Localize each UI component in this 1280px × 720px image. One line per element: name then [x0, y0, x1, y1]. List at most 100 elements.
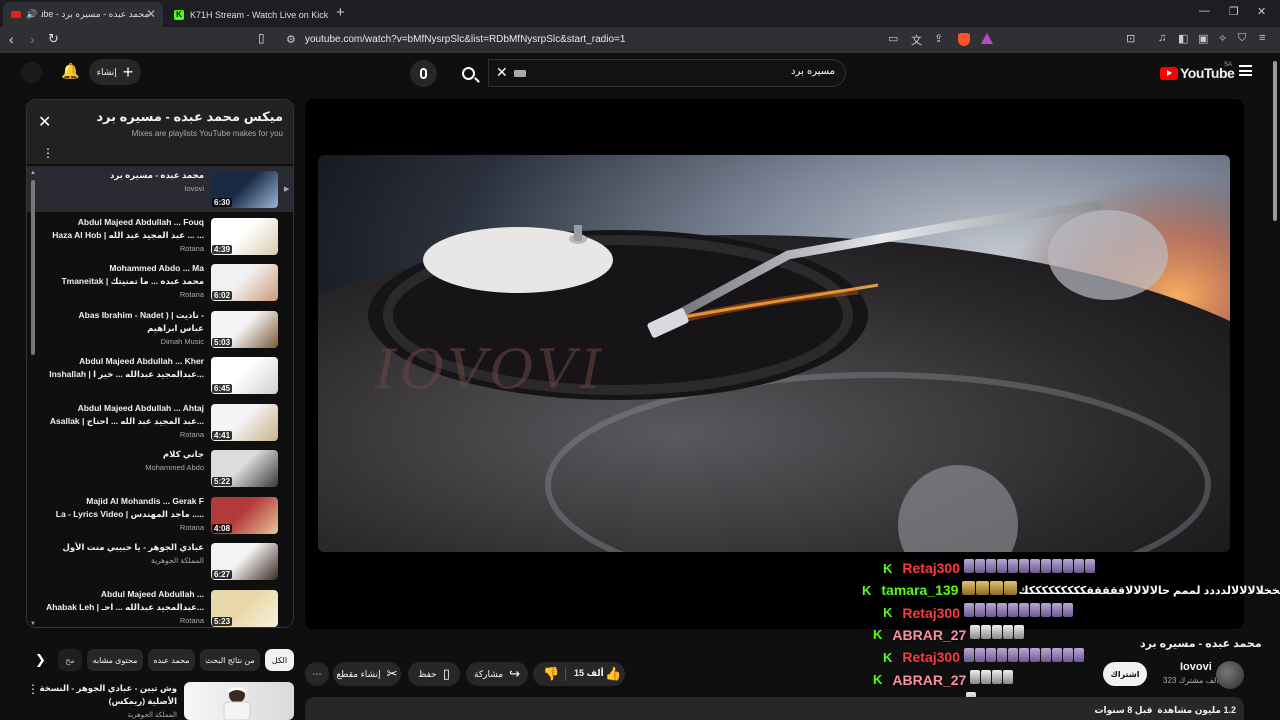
speaker-icon[interactable]: 🔊 — [26, 9, 37, 20]
cast-icon[interactable]: ▭ — [888, 32, 898, 45]
chips-next-icon[interactable]: ❯ — [35, 652, 46, 668]
forward-icon[interactable]: › — [30, 31, 35, 47]
scroll-up-icon[interactable]: ▲ — [30, 170, 36, 176]
playlist-item[interactable]: 5:23 Abdul Majeed Abdullah ... Ahabak Leh … — [27, 585, 293, 628]
description-box[interactable]: 1.2 مليون مشاهدة قبل 8 سنوات — [305, 697, 1244, 720]
screenshot-icon[interactable]: ⊡ — [1126, 32, 1135, 45]
playlist-item[interactable]: 5:22 جاني كلام Mohammed Abdo — [27, 445, 293, 491]
chat-username[interactable]: ABRAR_27 — [892, 672, 966, 688]
translate-icon[interactable]: 文 — [911, 32, 922, 48]
vpn-icon[interactable]: ⛉ — [1238, 32, 1246, 45]
bookmark-icon[interactable]: ▯ — [258, 31, 265, 45]
kick-badge-icon: K — [883, 605, 893, 621]
playlist-item[interactable]: ▶ 6:30 محمد عبده - مسيره برد Iovovi — [27, 166, 293, 212]
wallet-icon[interactable]: ▣ — [1198, 32, 1208, 45]
save-button[interactable]: حفظ ▯ — [408, 662, 460, 686]
share-button[interactable]: مشاركة ↪ — [466, 662, 528, 686]
chip-related[interactable]: محتوى مشابه — [87, 649, 143, 671]
playlist-item[interactable]: 4:39 Abdul Majeed Abdullah ... Fouq Haza A… — [27, 213, 293, 259]
playlist-item[interactable]: 5:03 Abas Ibrahim - Nadet ) | ناديت - عباس… — [27, 306, 293, 352]
reload-icon[interactable]: ↻ — [48, 31, 59, 47]
clear-search-icon[interactable]: ✕ — [496, 64, 508, 81]
recommended-video[interactable]: ⋮ وش تبين - عبادي الجوهر - النسخة الأصلي… — [26, 680, 294, 720]
more-actions-button[interactable]: ⋯ — [305, 662, 329, 686]
playlist-item-channel: Dimah Music — [160, 336, 204, 346]
scroll-down-icon[interactable]: ▼ — [30, 621, 36, 627]
playlist-item-title: Abdul Majeed Abdullah ... — [100, 588, 204, 599]
playlist-item-channel: Rotana — [179, 615, 204, 625]
like-icon[interactable]: 👍 — [605, 666, 621, 682]
like-divider — [565, 667, 566, 681]
chip-all[interactable]: الكل — [265, 649, 294, 671]
subscribe-button[interactable]: اشتراك — [1103, 662, 1147, 686]
minimize-icon[interactable]: — — [1199, 5, 1210, 17]
playlist-thumbnail[interactable]: 6:27 — [211, 543, 278, 580]
new-tab-button[interactable]: + — [336, 4, 345, 21]
playlist-thumbnail[interactable]: 4:41 — [211, 403, 278, 441]
playlist-thumbnail[interactable]: 4:08 — [211, 496, 278, 534]
brave-shields-icon[interactable] — [958, 33, 970, 46]
page-scrollbar[interactable] — [1270, 53, 1280, 720]
recommended-thumbnail[interactable] — [184, 682, 294, 720]
scrollbar-thumb[interactable] — [1273, 61, 1277, 221]
video-player[interactable]: IOVOVI — [305, 99, 1244, 629]
close-playlist-icon[interactable]: ✕ — [38, 112, 51, 132]
chip-mohammed-abdo[interactable]: محمد عبده — [148, 649, 195, 671]
tab-close-icon[interactable]: ✕ — [146, 7, 156, 21]
dislike-icon[interactable]: 👎 — [543, 666, 559, 682]
search-button[interactable] — [450, 59, 486, 87]
maximize-icon[interactable]: ❐ — [1229, 5, 1239, 18]
emote-icon — [1029, 603, 1040, 618]
guide-menu-icon[interactable] — [1239, 65, 1252, 76]
leo-ai-icon[interactable]: ✧ — [1218, 32, 1227, 45]
chat-username[interactable]: Retaj300 — [902, 560, 960, 576]
video-frame[interactable]: IOVOVI — [318, 155, 1230, 552]
share-icon[interactable]: ⇪ — [934, 32, 943, 45]
window-close-icon[interactable]: ✕ — [1257, 5, 1266, 18]
playlist-thumbnail[interactable]: 6:02 — [211, 264, 278, 301]
playlist-item[interactable]: 6:02 Mohammed Abdo ... Ma Tmaneitak | محمد… — [27, 259, 293, 305]
like-count[interactable]: 15 ألف — [574, 668, 604, 679]
chip-more[interactable]: مح — [58, 649, 82, 671]
chat-username[interactable]: Retaj300 — [902, 605, 960, 621]
playlist-item[interactable]: 6:45 Abdul Majeed Abdullah ... Kher Inshal… — [27, 352, 293, 398]
brave-rewards-icon[interactable] — [981, 33, 993, 44]
menu-icon[interactable]: ≡ — [1259, 32, 1265, 44]
playlist-item-title: Tmaneitak | محمد عبده ... ما تمنيتك — [61, 276, 204, 286]
emote-icon — [1073, 647, 1084, 662]
music-icon[interactable]: ♫ — [1158, 32, 1166, 44]
playlist-thumbnail[interactable]: 5:23 — [211, 589, 278, 627]
search-input[interactable] — [585, 66, 835, 77]
playlist-item-text: Mohammed Abdo ... Ma Tmaneitak | محمد عبد… — [34, 262, 204, 301]
chat-username[interactable]: ABRAR_27 — [892, 627, 966, 643]
keyboard-icon[interactable] — [514, 70, 526, 77]
tab-youtube[interactable]: 🔊 محمد عبده - مسيره برد - YouTube ✕ — [3, 2, 163, 27]
playlist-thumbnail[interactable]: 6:45 — [211, 357, 278, 394]
duration-badge: 5:23 — [212, 616, 233, 626]
playlist-thumbnail[interactable]: 5:22 — [211, 450, 278, 487]
notifications-icon[interactable]: 🔔 — [61, 62, 80, 80]
playlist-thumbnail[interactable]: 4:39 — [211, 217, 278, 255]
clip-button[interactable]: إنشاء مقطع ✂ — [333, 662, 401, 686]
tab-kick[interactable]: K K71H Stream - Watch Live on Kick — [166, 2, 328, 27]
playlist-thumbnail[interactable]: 6:30 — [211, 171, 278, 208]
playlist-item[interactable]: 4:41 Abdul Majeed Abdullah ... Ahtaj Asall… — [27, 399, 293, 445]
site-info-icon[interactable]: ⚙ — [286, 33, 296, 46]
playlist-item[interactable]: 4:08 Majid Al Mohandis ... Gerak F La - Ly… — [27, 492, 293, 538]
playlist-thumbnail[interactable]: 5:03 — [211, 310, 278, 348]
chat-username[interactable]: tamara_139 — [881, 582, 958, 598]
back-icon[interactable]: ‹ — [9, 31, 14, 47]
create-button[interactable]: إنشاء + — [89, 59, 141, 85]
playlist-scrollbar[interactable]: ▲ ▼ — [30, 170, 36, 627]
chat-username[interactable]: Retaj300 — [902, 649, 960, 665]
voice-search-button[interactable] — [410, 60, 437, 87]
emote-icon — [1051, 647, 1062, 662]
scrollbar-thumb[interactable] — [31, 180, 35, 355]
playlist-more-icon[interactable]: ⋮ — [42, 146, 54, 160]
channel-avatar[interactable] — [1216, 661, 1244, 689]
playlist-item[interactable]: 6:27 عبادي الجوهر - يا حبيبي منت الأول الم… — [27, 538, 293, 584]
sidebar-icon[interactable]: ◧ — [1178, 32, 1188, 45]
channel-name[interactable]: Iovovi — [1180, 661, 1212, 673]
chip-from-search[interactable]: من نتائج البحث — [200, 649, 260, 671]
account-avatar[interactable] — [21, 62, 42, 83]
